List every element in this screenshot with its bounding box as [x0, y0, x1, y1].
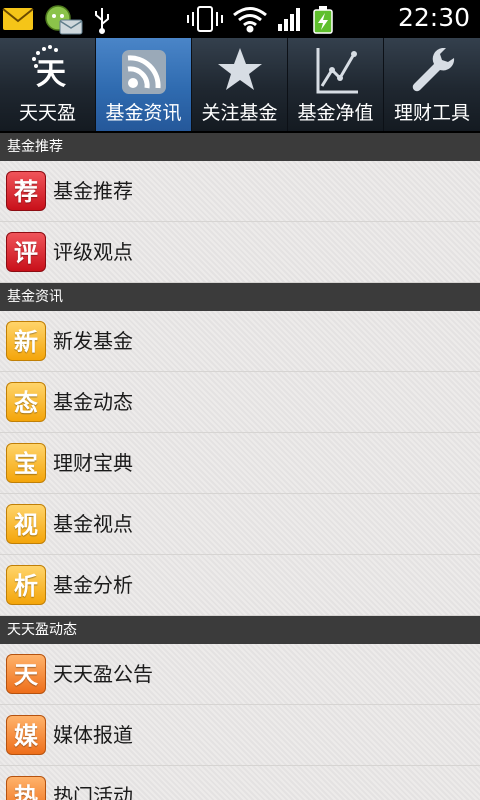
- guide-icon: 宝: [6, 443, 46, 483]
- views-icon: 视: [6, 504, 46, 544]
- usb-icon: [95, 8, 109, 34]
- list-item-label: 基金视点: [53, 512, 133, 536]
- section-header: 基金资讯: [0, 283, 480, 311]
- tab-bar: 天 天天盈 基金资讯 关注基金 基金净值 理财工具: [0, 38, 480, 133]
- tab-fund-news[interactable]: 基金资讯: [96, 38, 192, 131]
- menu-list: 基金推荐 荐 基金推荐 评 评级观点 基金资讯 新 新发基金 态 基金动态 宝 …: [0, 133, 480, 800]
- list-item-fund-recommend[interactable]: 荐 基金推荐: [0, 161, 480, 222]
- list-item-hot-events[interactable]: 热 热门活动: [0, 766, 480, 800]
- list-item-label: 天天盈公告: [53, 662, 153, 686]
- notification-icons: [2, 5, 109, 35]
- section-header: 基金推荐: [0, 133, 480, 161]
- battery-charging-icon: [313, 6, 333, 34]
- list-item-finance-guide[interactable]: 宝 理财宝典: [0, 433, 480, 494]
- svg-text:天: 天: [36, 57, 66, 92]
- star-icon: [218, 48, 262, 90]
- list-item-new-funds[interactable]: 新 新发基金: [0, 311, 480, 372]
- list-item-label: 评级观点: [53, 240, 133, 264]
- tab-watched-funds[interactable]: 关注基金: [192, 38, 288, 131]
- recommend-icon: 荐: [6, 171, 46, 211]
- updates-icon: 态: [6, 382, 46, 422]
- media-icon: 媒: [6, 715, 46, 755]
- analysis-icon: 析: [6, 565, 46, 605]
- list-item-label: 基金推荐: [53, 179, 133, 203]
- list-item-announcements[interactable]: 天 天天盈公告: [0, 644, 480, 705]
- status-bar: 22:30: [0, 0, 480, 38]
- tab-finance-tools[interactable]: 理财工具: [384, 38, 480, 131]
- vibrate-icon: [187, 6, 223, 32]
- rss-feed-icon: [122, 50, 166, 94]
- new-icon: 新: [6, 321, 46, 361]
- clock: 22:30: [397, 3, 470, 32]
- list-item-fund-updates[interactable]: 态 基金动态: [0, 372, 480, 433]
- list-item-fund-analysis[interactable]: 析 基金分析: [0, 555, 480, 616]
- tab-label: 基金资讯: [105, 102, 182, 124]
- rating-icon: 评: [6, 232, 46, 272]
- section-header: 天天盈动态: [0, 616, 480, 644]
- wrench-icon: [412, 48, 455, 92]
- signal-icon: [278, 8, 300, 31]
- announcement-icon: 天: [6, 654, 46, 694]
- list-item-label: 新发基金: [53, 329, 133, 353]
- list-item-label: 理财宝典: [53, 451, 133, 475]
- mail-icon: [2, 8, 34, 30]
- chat-notification-icon: [45, 5, 83, 35]
- list-item-fund-views[interactable]: 视 基金视点: [0, 494, 480, 555]
- tab-label: 天天盈: [18, 102, 76, 124]
- tab-label: 关注基金: [201, 102, 278, 124]
- list-item-label: 热门活动: [53, 784, 133, 800]
- list-item-rating-views[interactable]: 评 评级观点: [0, 222, 480, 283]
- tiantianying-logo-icon: 天: [32, 45, 66, 92]
- tab-label: 理财工具: [393, 102, 470, 124]
- status-bar-left: [0, 0, 120, 38]
- line-chart-icon: [316, 48, 358, 94]
- wifi-icon: [233, 7, 267, 33]
- list-item-media-reports[interactable]: 媒 媒体报道: [0, 705, 480, 766]
- tab-fund-nav[interactable]: 基金净值: [288, 38, 384, 131]
- list-item-label: 基金分析: [53, 573, 133, 597]
- tab-tiantianying[interactable]: 天 天天盈: [0, 38, 96, 131]
- tab-label: 基金净值: [297, 102, 374, 124]
- list-item-label: 基金动态: [53, 390, 133, 414]
- list-item-label: 媒体报道: [53, 723, 133, 747]
- system-icons: [187, 6, 333, 34]
- events-icon: 热: [6, 776, 46, 800]
